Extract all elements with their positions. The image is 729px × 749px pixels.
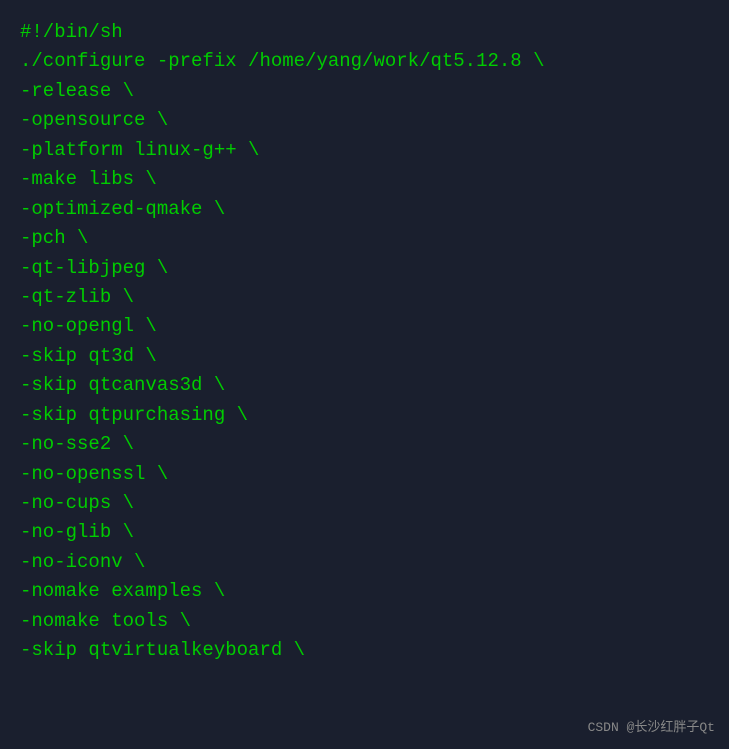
code-line: -no-openssl \ xyxy=(20,460,709,489)
code-line: -qt-libjpeg \ xyxy=(20,254,709,283)
code-line: -qt-zlib \ xyxy=(20,283,709,312)
code-line: -no-glib \ xyxy=(20,518,709,547)
code-line: -opensource \ xyxy=(20,106,709,135)
code-line: -nomake examples \ xyxy=(20,577,709,606)
code-block: #!/bin/sh./configure -prefix /home/yang/… xyxy=(20,18,709,666)
code-line: -nomake tools \ xyxy=(20,607,709,636)
code-line: -skip qtvirtualkeyboard \ xyxy=(20,636,709,665)
code-line: -no-opengl \ xyxy=(20,312,709,341)
code-line: -skip qtpurchasing \ xyxy=(20,401,709,430)
code-line: -no-iconv \ xyxy=(20,548,709,577)
code-line: #!/bin/sh xyxy=(20,18,709,47)
code-line: ./configure -prefix /home/yang/work/qt5.… xyxy=(20,47,709,76)
code-line: -platform linux-g++ \ xyxy=(20,136,709,165)
code-line: -pch \ xyxy=(20,224,709,253)
code-line: -skip qtcanvas3d \ xyxy=(20,371,709,400)
code-line: -optimized-qmake \ xyxy=(20,195,709,224)
code-line: -no-cups \ xyxy=(20,489,709,518)
code-line: -skip qt3d \ xyxy=(20,342,709,371)
watermark: CSDN @长沙红胖子Qt xyxy=(588,716,715,735)
code-line: -release \ xyxy=(20,77,709,106)
code-line: -make libs \ xyxy=(20,165,709,194)
code-line: -no-sse2 \ xyxy=(20,430,709,459)
terminal-window: #!/bin/sh./configure -prefix /home/yang/… xyxy=(0,0,729,749)
